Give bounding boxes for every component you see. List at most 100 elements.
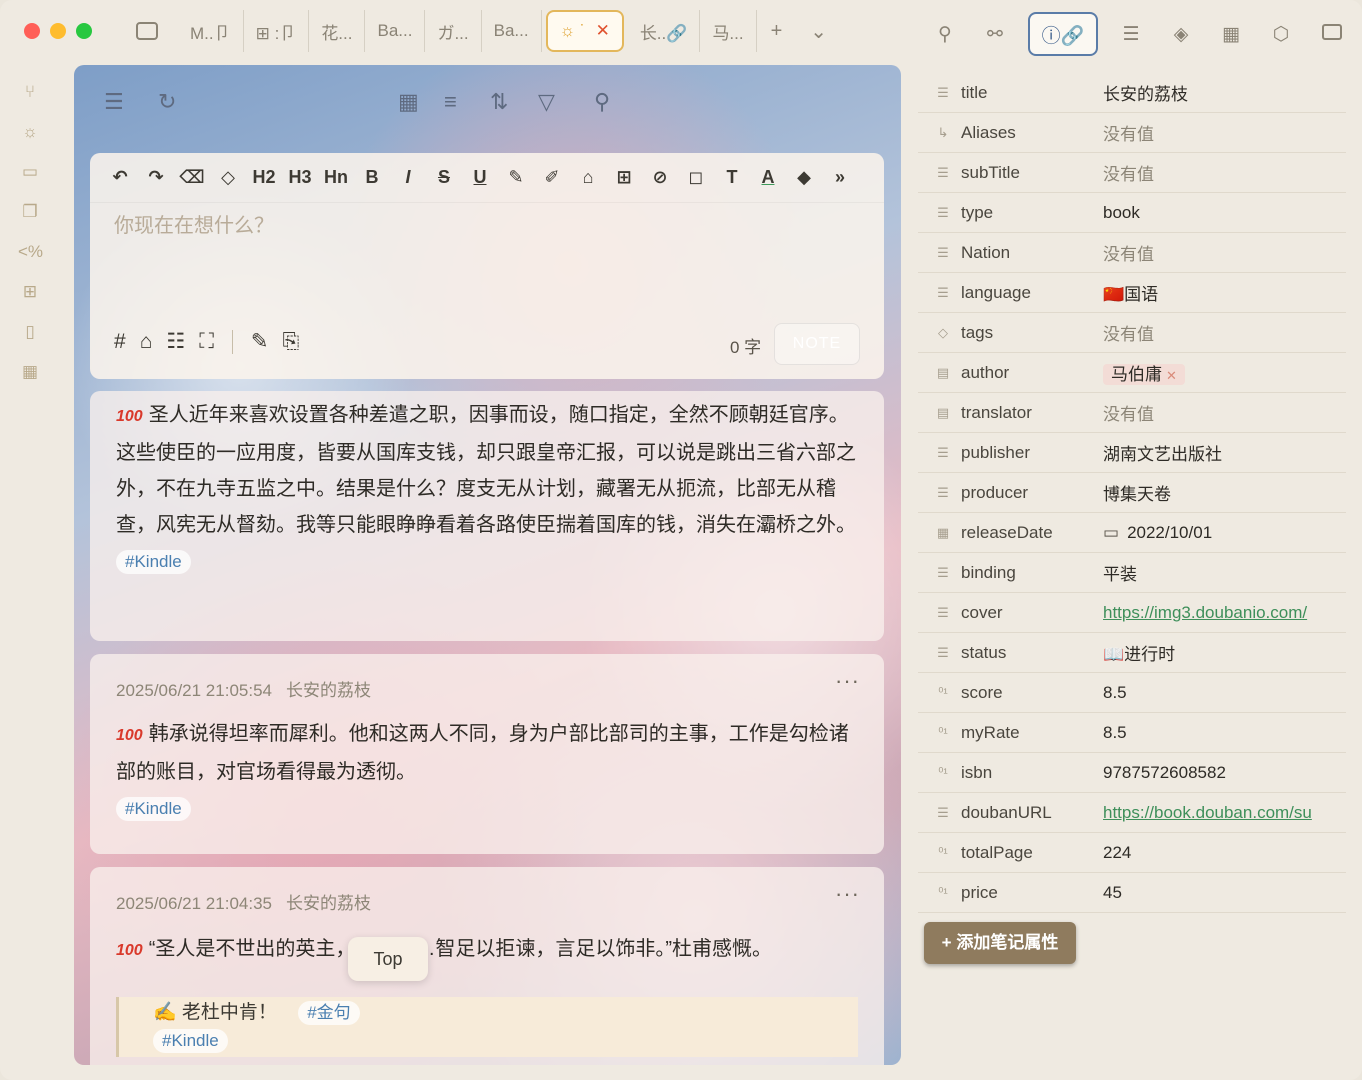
property-value[interactable]: 📖进行时 — [1103, 640, 1346, 665]
hashtag-icon[interactable]: # — [114, 330, 126, 354]
edit-icon[interactable]: ✎ — [251, 329, 269, 354]
eraser-icon[interactable]: ◇ — [210, 167, 246, 188]
property-row[interactable]: ⁰¹ totalPage 224 — [918, 833, 1346, 873]
heading2-button[interactable]: H2 — [246, 167, 282, 188]
property-value[interactable]: 博集天卷 — [1103, 480, 1346, 505]
bold-button[interactable]: B — [354, 167, 390, 188]
tab-5[interactable]: ガ... — [425, 10, 482, 52]
memo-tag[interactable]: #金句 — [298, 1001, 360, 1025]
undo-icon[interactable]: ↶ — [102, 167, 138, 188]
tag-icon[interactable]: ◈ — [1156, 15, 1206, 53]
attachment-icon[interactable]: ⌂ — [140, 330, 153, 354]
right-sidebar-toggle-icon[interactable] — [1322, 24, 1342, 40]
property-row[interactable]: ⁰¹ score 8.5 — [918, 673, 1346, 713]
property-row[interactable]: ☰ language 🇨🇳国语 — [918, 273, 1346, 313]
dashboard-icon[interactable]: ⊞ — [18, 280, 42, 304]
property-row[interactable]: ☰ doubanURL https://book.douban.com/su — [918, 793, 1346, 833]
tab-3[interactable]: 花... — [309, 10, 366, 52]
attachment-icon[interactable]: ⌂ — [570, 167, 606, 188]
property-row[interactable]: ☰ Nation 没有值 — [918, 233, 1346, 273]
tab-8[interactable]: 长..🔗 — [628, 10, 701, 52]
align-icon[interactable]: ≡ — [444, 89, 457, 115]
property-value[interactable]: 平装 — [1103, 560, 1346, 585]
table-icon[interactable]: ⊞ — [606, 167, 642, 188]
template-icon[interactable]: ⎘ — [283, 330, 300, 354]
close-window-button[interactable] — [24, 23, 40, 39]
property-row[interactable]: ↳ Aliases 没有值 — [918, 113, 1346, 153]
property-row[interactable]: ⁰¹ myRate 8.5 — [918, 713, 1346, 753]
property-value[interactable]: 湖南文艺出版社 — [1103, 440, 1346, 465]
memo-source[interactable]: 长安的荔枝 — [286, 681, 371, 700]
calendar-icon[interactable]: ▦ — [1206, 15, 1256, 53]
property-row[interactable]: ☰ subTitle 没有值 — [918, 153, 1346, 193]
property-row[interactable]: ☰ status 📖进行时 — [918, 633, 1346, 673]
property-value[interactable]: 没有值 — [1103, 120, 1346, 145]
fullscreen-icon[interactable]: ⛶ — [199, 330, 214, 354]
close-tab-icon[interactable]: ✕ — [596, 21, 610, 41]
property-link[interactable]: https://img3.doubanio.com/ — [1103, 603, 1346, 623]
property-row[interactable]: ⁰¹ isbn 9787572608582 — [918, 753, 1346, 793]
bulb-icon[interactable]: ☼ — [18, 120, 42, 144]
author-chip[interactable]: 马伯庸 ✕ — [1103, 364, 1185, 385]
properties-info-icon[interactable]: ⓘ🔗 — [1028, 12, 1098, 56]
memo-tag[interactable]: #Kindle — [116, 797, 191, 821]
property-link[interactable]: https://book.douban.com/su — [1103, 803, 1346, 823]
refresh-icon[interactable]: ↻ — [158, 89, 176, 115]
property-row[interactable]: ▦ releaseDate ▭ 2022/10/01 — [918, 513, 1346, 553]
property-value[interactable]: book — [1103, 203, 1346, 223]
tab-4[interactable]: Ba... — [365, 10, 426, 52]
calendar-icon[interactable]: ▦ — [18, 360, 42, 384]
property-row[interactable]: ☰ title 长安的荔枝 — [918, 73, 1346, 113]
note-submit-button[interactable]: NOTE — [774, 323, 860, 365]
font-color-icon[interactable]: A — [750, 167, 786, 188]
font-size-icon[interactable]: T — [714, 167, 750, 188]
property-value[interactable]: 长安的荔枝 — [1103, 80, 1346, 105]
new-tab-button[interactable]: + — [757, 20, 797, 43]
property-value[interactable]: 没有值 — [1103, 400, 1346, 425]
memo-source[interactable]: 长安的荔枝 — [286, 894, 371, 913]
more-tools-icon[interactable]: » — [822, 167, 858, 188]
calendar-icon[interactable]: ▦ — [398, 89, 419, 115]
code-icon[interactable]: <% — [18, 240, 43, 264]
property-value[interactable]: 没有值 — [1103, 160, 1346, 185]
menu-icon[interactable]: ☰ — [104, 89, 124, 115]
backlinks-icon[interactable]: ⚯ — [970, 15, 1020, 53]
copy-icon[interactable]: ❐ — [18, 200, 42, 224]
tab-active[interactable]: ☼ ˙ ✕ — [545, 10, 624, 52]
graph-icon[interactable]: ⑂ — [18, 80, 42, 104]
more-options-icon[interactable]: ··· — [835, 881, 860, 907]
property-row[interactable]: ☰ binding 平装 — [918, 553, 1346, 593]
property-value[interactable]: ▭ 2022/10/01 — [1103, 523, 1346, 543]
outgoing-links-icon[interactable]: ⚲ — [920, 15, 970, 53]
memo-tag[interactable]: #Kindle — [153, 1029, 228, 1053]
cube-icon[interactable]: ⬡ — [1256, 15, 1306, 53]
property-row[interactable]: ▤ author 马伯庸 ✕ — [918, 353, 1346, 393]
property-row[interactable]: ☰ type book — [918, 193, 1346, 233]
tab-2[interactable]: ⊞ :卩 — [244, 10, 310, 52]
property-value[interactable]: 没有值 — [1103, 320, 1346, 345]
more-options-icon[interactable]: ··· — [835, 668, 860, 694]
redo-icon[interactable]: ↷ — [138, 167, 174, 188]
highlight-icon[interactable]: ✎ — [498, 167, 534, 188]
heading3-button[interactable]: H3 — [282, 167, 318, 188]
property-value[interactable]: 没有值 — [1103, 240, 1346, 265]
property-value[interactable]: 8.5 — [1103, 723, 1346, 743]
heading-n-button[interactable]: Hn — [318, 167, 354, 188]
property-row[interactable]: ⁰¹ price 45 — [918, 873, 1346, 913]
search-icon[interactable]: ⚲ — [594, 89, 610, 115]
strikethrough-button[interactable]: S — [426, 167, 462, 188]
maximize-window-button[interactable] — [76, 23, 92, 39]
list-icon[interactable]: ☷ — [166, 329, 185, 354]
tab-9[interactable]: 马... — [700, 10, 757, 52]
scroll-to-top-button[interactable]: Top — [348, 937, 428, 981]
outline-icon[interactable]: ☰ — [1106, 15, 1156, 53]
tab-list-chevron-icon[interactable]: ⌄ — [796, 19, 841, 44]
property-value[interactable]: 45 — [1103, 883, 1346, 903]
property-value[interactable]: 🇨🇳国语 — [1103, 280, 1346, 305]
tab-1[interactable]: M..卩 — [178, 10, 244, 52]
page-icon[interactable]: ▯ — [18, 320, 42, 344]
property-value[interactable]: 马伯庸 ✕ — [1103, 360, 1346, 385]
property-value[interactable]: 8.5 — [1103, 683, 1346, 703]
property-value[interactable]: 9787572608582 — [1103, 763, 1346, 783]
minimize-window-button[interactable] — [50, 23, 66, 39]
